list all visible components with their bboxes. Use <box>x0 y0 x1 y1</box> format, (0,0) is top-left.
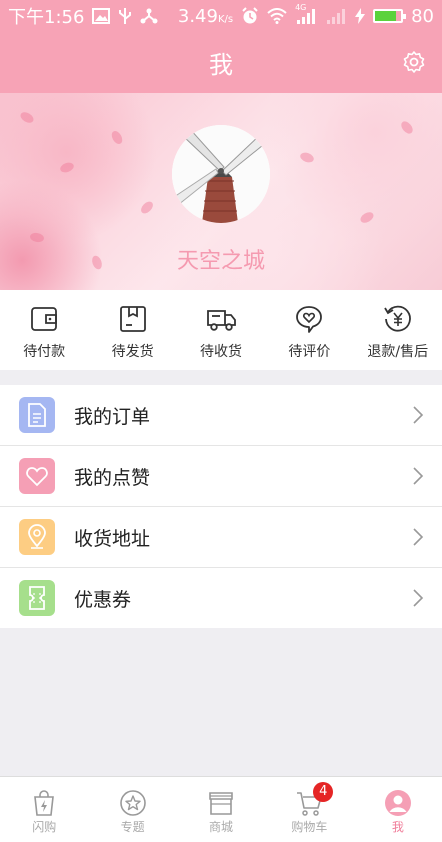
order-pending-review[interactable]: 待评价 <box>266 290 352 361</box>
tab-flash-sale[interactable]: 闪购 <box>0 777 88 842</box>
order-label: 待收货 <box>199 344 242 360</box>
tab-mall[interactable]: 商城 <box>177 777 265 842</box>
share-notification-icon <box>140 7 158 25</box>
status-left: 下午1:56 <box>8 3 158 29</box>
coupon-icon <box>19 580 55 616</box>
menu-list: 我的订单 我的点赞 收货地址 优惠券 <box>0 385 442 628</box>
network-speed: 3.49K/s <box>177 5 234 27</box>
usb-icon <box>118 7 132 25</box>
truck-icon <box>207 310 236 331</box>
tab-cart[interactable]: 4 购物车 <box>265 777 353 842</box>
document-icon <box>19 397 55 433</box>
signal-empty-icon <box>325 7 347 25</box>
order-pending-receipt[interactable]: 待收货 <box>178 290 264 361</box>
settings-gear-icon[interactable] <box>402 50 426 74</box>
order-label: 待发货 <box>111 344 154 360</box>
order-label: 退款/售后 <box>367 344 429 360</box>
chevron-right-icon <box>413 467 424 485</box>
heart-chat-icon <box>296 306 323 333</box>
windmill-avatar-image <box>172 125 270 223</box>
avatar[interactable] <box>172 125 270 223</box>
order-status-bar: 待付款 待发货 待收货 待评价 退款/售后 <box>0 290 442 370</box>
chevron-right-icon <box>413 589 424 607</box>
tab-label: 专题 <box>120 820 145 834</box>
status-bar: 下午1:56 3.49K/s 4G 80 <box>0 0 442 32</box>
order-refund-aftersales[interactable]: 退款/售后 <box>355 290 441 361</box>
menu-label: 收货地址 <box>74 527 151 550</box>
petal-decoration <box>138 199 156 216</box>
alarm-icon <box>241 7 259 25</box>
location-icon <box>19 519 55 555</box>
bottom-tab-bar: 闪购 专题 商城 4 购物车 我 <box>0 776 442 842</box>
star-circle-icon <box>119 790 146 816</box>
wallet-icon <box>31 307 58 331</box>
tab-label: 购物车 <box>291 820 328 834</box>
store-icon <box>209 792 233 815</box>
status-time: 下午1:56 <box>8 7 85 28</box>
menu-item-my-orders[interactable]: 我的订单 <box>0 385 442 446</box>
menu-item-coupons[interactable]: 优惠券 <box>0 568 442 628</box>
petal-decoration <box>109 129 125 146</box>
signal-4g-icon: 4G <box>295 3 317 25</box>
chevron-right-icon <box>413 528 424 546</box>
petal-decoration <box>399 119 415 136</box>
tab-label: 我 <box>391 820 404 834</box>
profile-icon <box>384 790 411 816</box>
app-header: 我 <box>0 32 442 93</box>
tab-me[interactable]: 我 <box>354 777 442 842</box>
tab-label: 商城 <box>209 820 234 834</box>
image-notification-icon <box>92 8 111 24</box>
tab-topics[interactable]: 专题 <box>88 777 176 842</box>
charging-icon <box>355 8 366 24</box>
battery-icon <box>373 9 407 23</box>
flash-bag-icon <box>34 790 55 816</box>
package-icon <box>119 306 146 332</box>
petal-decoration <box>18 110 36 125</box>
heart-icon <box>19 458 55 494</box>
cart-count-badge: 4 <box>313 782 334 802</box>
menu-label: 优惠券 <box>74 588 132 611</box>
menu-item-my-likes[interactable]: 我的点赞 <box>0 446 442 507</box>
tab-label: 闪购 <box>32 820 57 834</box>
wifi-icon <box>267 8 287 24</box>
network-type: 4G <box>295 3 307 12</box>
petal-decoration <box>358 210 376 225</box>
page-title: 我 <box>209 51 233 79</box>
petal-decoration <box>298 150 316 165</box>
order-label: 待评价 <box>288 344 331 360</box>
menu-label: 我的订单 <box>74 405 151 428</box>
username[interactable]: 天空之城 <box>0 243 442 275</box>
menu-item-shipping-address[interactable]: 收货地址 <box>0 507 442 568</box>
battery-level <box>375 11 396 21</box>
menu-label: 我的点赞 <box>74 466 151 489</box>
chevron-right-icon <box>413 406 424 424</box>
order-pending-shipment[interactable]: 待发货 <box>90 290 176 361</box>
order-pending-payment[interactable]: 待付款 <box>1 290 87 361</box>
refund-icon <box>383 305 411 332</box>
petal-decoration <box>58 160 76 175</box>
order-label: 待付款 <box>23 344 66 360</box>
status-right: 3.49K/s 4G 80 <box>177 3 434 27</box>
battery-percent: 80 <box>411 5 434 27</box>
petal-decoration <box>29 231 45 244</box>
